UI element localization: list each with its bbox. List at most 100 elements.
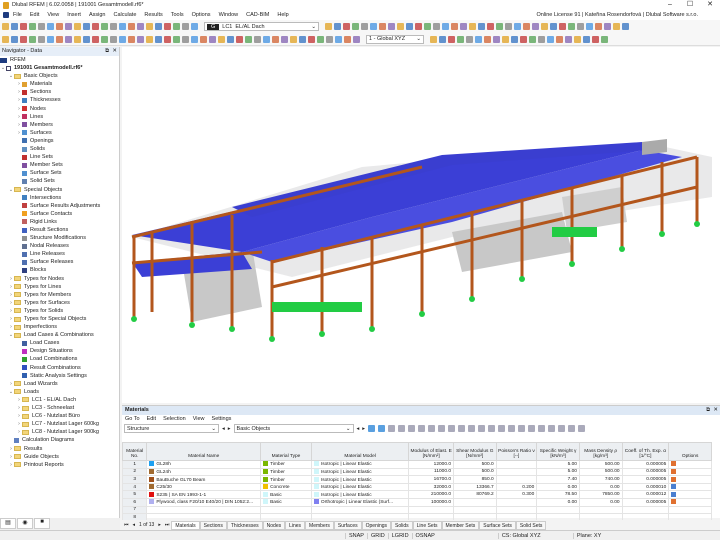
column-header[interactable]: Poisson's Ratio ν [--]: [495, 442, 538, 461]
minimize-button[interactable]: –: [660, 0, 680, 10]
toolbar-tool-icon[interactable]: [604, 23, 611, 30]
toolbar-tool-icon[interactable]: [484, 35, 491, 43]
toolbar-tool-icon[interactable]: [191, 35, 198, 43]
views-tab-icon[interactable]: ■: [34, 518, 50, 529]
toolbar-tool-icon[interactable]: [550, 23, 557, 30]
toolbar-tool-icon[interactable]: [352, 23, 359, 30]
tab-member-sets[interactable]: Member Sets: [441, 520, 480, 530]
prev-arrow-icon[interactable]: ◂: [357, 426, 360, 432]
prev-arrow-icon[interactable]: ◂: [222, 426, 225, 432]
cell-rho[interactable]: 500.00: [578, 460, 623, 469]
object-filter-select[interactable]: Basic Objects ⌄: [233, 424, 354, 433]
toolbar-tool-icon[interactable]: [514, 23, 521, 30]
cell-G[interactable]: [453, 505, 497, 515]
cell-nu[interactable]: [495, 497, 538, 507]
toolbar-tool-icon[interactable]: [622, 23, 629, 30]
table-tool-icon[interactable]: [458, 425, 466, 432]
tree-item[interactable]: Load Combinations: [0, 355, 119, 363]
tree-item[interactable]: Solids: [0, 145, 119, 153]
table-row[interactable]: 6 Plywood, class F20/10 E40/20 | DIN 1052…: [121, 497, 712, 507]
materials-menu-item[interactable]: Edit: [147, 415, 156, 423]
table-tool-icon[interactable]: [548, 425, 556, 432]
toolbar-tool-icon[interactable]: [83, 23, 90, 30]
tree-item[interactable]: Surface Sets: [0, 169, 119, 177]
toolbar-tool-icon[interactable]: [406, 23, 413, 30]
cell-rho[interactable]: 0.00: [578, 482, 623, 492]
toolbar-tool-icon[interactable]: [74, 35, 81, 43]
next-arrow-icon[interactable]: ▸: [228, 426, 231, 432]
toolbar-tool-icon[interactable]: [344, 35, 351, 43]
cell-rho[interactable]: 7850.00: [578, 490, 623, 499]
tree-item[interactable]: › Surfaces: [0, 129, 119, 137]
tree-item[interactable]: › Types for Special Objects: [0, 315, 119, 323]
tree-item[interactable]: Result Combinations: [0, 364, 119, 372]
toolbar-tool-icon[interactable]: [487, 23, 494, 30]
toolbar-tool-icon[interactable]: [11, 23, 18, 30]
table-tool-icon[interactable]: [518, 425, 526, 432]
cell-options[interactable]: [668, 475, 712, 484]
toolbar-tool-icon[interactable]: [263, 35, 270, 43]
toolbar-tool-icon[interactable]: [460, 23, 467, 30]
cell-gamma[interactable]: 0.00: [536, 482, 580, 492]
toolbar-tool-icon[interactable]: [92, 23, 99, 30]
toolbar-tool-icon[interactable]: [442, 23, 449, 30]
toolbar-tool-icon[interactable]: [532, 23, 539, 30]
toolbar-tool-icon[interactable]: [254, 35, 261, 43]
cell-rho[interactable]: 500.00: [578, 467, 623, 477]
toolbar-tool-icon[interactable]: [173, 35, 180, 43]
table-tool-icon[interactable]: [448, 425, 456, 432]
toolbar-tool-icon[interactable]: [541, 23, 548, 30]
cell-rho[interactable]: 0.00: [578, 497, 623, 507]
tab-thicknesses[interactable]: Thicknesses: [226, 520, 263, 530]
table-row[interactable]: 3 BauBuche GL70 Beam Timber Isotropic | Lin…: [121, 475, 712, 484]
cell-type[interactable]: Timber: [260, 475, 312, 484]
cell-model[interactable]: Orthotropic | Linear Elastic (Surf...: [310, 497, 410, 507]
table-tool-icon[interactable]: [408, 425, 416, 432]
column-header[interactable]: Coeff. of Th. Exp. α [1/°C]: [621, 442, 670, 461]
tree-item[interactable]: Design Situations: [0, 347, 119, 355]
menu-insert[interactable]: Insert: [67, 12, 81, 18]
toolbar-tool-icon[interactable]: [592, 35, 599, 43]
tree-item[interactable]: Load Cases: [0, 339, 119, 347]
table-row[interactable]: 5 S235 | SA EN 1993-1-1 Basic Isotropic | L…: [121, 490, 712, 499]
toolbar-tool-icon[interactable]: [334, 23, 341, 30]
options-icon[interactable]: [671, 499, 677, 505]
toolbar-tool-icon[interactable]: [110, 35, 117, 43]
tab-solid-sets[interactable]: Solid Sets: [515, 520, 547, 530]
toolbar-tool-icon[interactable]: [65, 35, 72, 43]
toolbar-tool-icon[interactable]: [326, 35, 333, 43]
tree-item[interactable]: Intersections: [0, 194, 119, 202]
tree-item[interactable]: › Types for Solids: [0, 307, 119, 315]
cell-type[interactable]: Basic: [260, 497, 312, 507]
tree-item[interactable]: › Nodes: [0, 105, 119, 113]
cell-G[interactable]: 850.0: [453, 475, 497, 484]
cell-gamma[interactable]: 78.50: [536, 490, 580, 499]
cell-model[interactable]: Isotropic | Linear Elastic: [310, 490, 410, 499]
cell-options[interactable]: [668, 505, 712, 515]
materials-menu-item[interactable]: Selection: [163, 415, 186, 423]
next-arrow-icon[interactable]: ▸: [362, 426, 365, 432]
tree-item[interactable]: ⌄ Loads: [0, 388, 119, 396]
toolbar-tool-icon[interactable]: [281, 35, 288, 43]
toolbar-tool-icon[interactable]: [11, 35, 18, 43]
cell-nu[interactable]: 0.200: [495, 482, 538, 492]
options-icon[interactable]: [671, 469, 677, 474]
tree-item[interactable]: Structure Modifications: [0, 234, 119, 242]
toolbar-tool-icon[interactable]: [128, 35, 135, 43]
tab-openings[interactable]: Openings: [361, 520, 392, 530]
toolbar-tool-icon[interactable]: [317, 35, 324, 43]
tree-item[interactable]: › Printout Reports: [0, 461, 119, 469]
cell-gamma[interactable]: 5.00: [536, 460, 580, 469]
toolbar-tool-icon[interactable]: [227, 35, 234, 43]
cell-alpha[interactable]: 0.000005: [621, 460, 670, 469]
toolbar-tool-icon[interactable]: [559, 23, 566, 30]
toolbar-tool-icon[interactable]: [2, 23, 9, 30]
float-icon[interactable]: ⧉: [105, 47, 109, 56]
cell-nu[interactable]: [495, 467, 538, 477]
tree-item[interactable]: Line Sets: [0, 153, 119, 161]
cell-type[interactable]: Basic: [260, 490, 312, 499]
table-tool-icon[interactable]: [578, 425, 586, 432]
toolbar-tool-icon[interactable]: [574, 35, 581, 43]
toolbar-tool-icon[interactable]: [47, 35, 54, 43]
cell-name[interactable]: BauBuche GL70 Beam: [146, 475, 262, 484]
